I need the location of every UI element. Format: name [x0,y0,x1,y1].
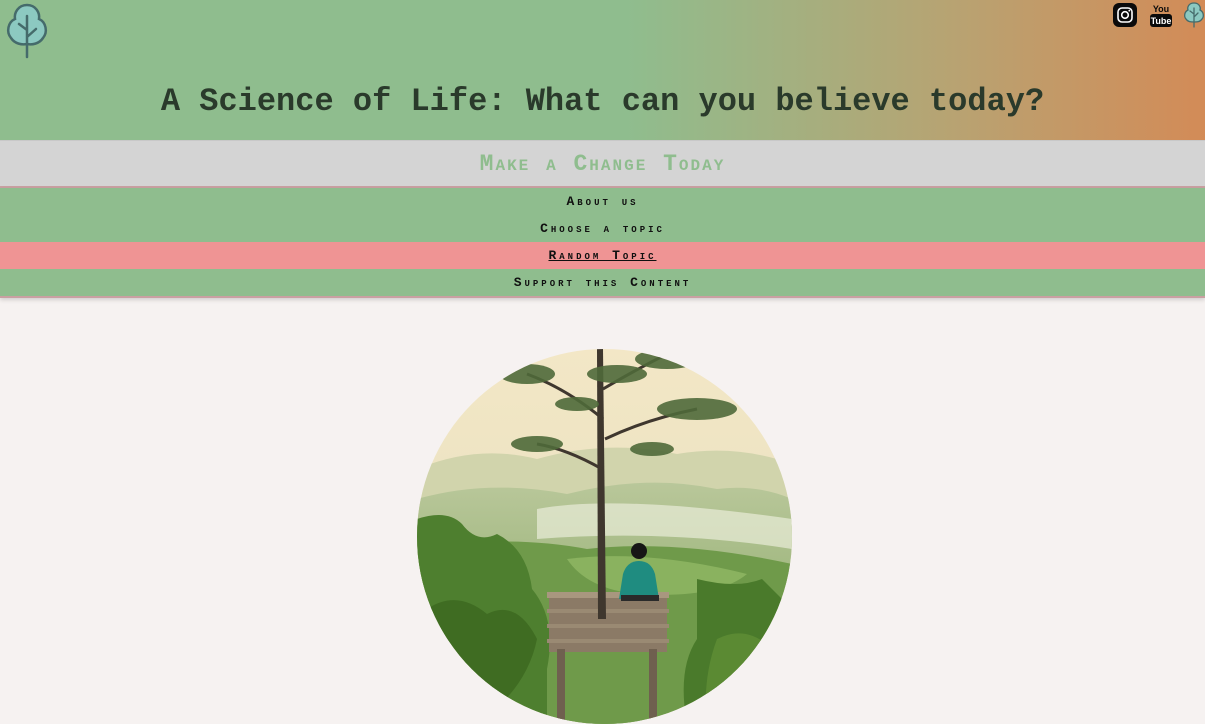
hero-image [417,349,792,724]
tree-icon[interactable] [5,2,49,59]
site-header: You Tube A Science of Life: What can you… [0,0,1205,140]
svg-text:You: You [1153,4,1169,14]
tree-link-icon[interactable] [1183,2,1205,28]
nav-item-about-us[interactable]: About us [0,188,1205,215]
banner-text: Make a Change Today [479,151,726,177]
main-nav: About us Choose a topic Random Topic Sup… [0,188,1205,298]
svg-text:Tube: Tube [1151,16,1172,26]
nav-item-label[interactable]: Support this Content [514,275,692,290]
page-title: A Science of Life: What can you believe … [160,83,1045,120]
social-links: You Tube [1113,2,1205,28]
nav-item-label[interactable]: Choose a topic [540,221,665,236]
meditating-person-landscape-image [417,349,792,724]
instagram-icon[interactable] [1113,3,1137,27]
nav-item-label[interactable]: About us [566,194,638,209]
nav-item-choose-topic[interactable]: Choose a topic [0,215,1205,242]
youtube-icon[interactable]: You Tube [1149,3,1173,28]
nav-item-support-content[interactable]: Support this Content [0,269,1205,296]
call-to-action-banner: Make a Change Today [0,140,1205,188]
nav-item-label[interactable]: Random Topic [548,248,656,263]
nav-item-random-topic[interactable]: Random Topic [0,242,1205,269]
